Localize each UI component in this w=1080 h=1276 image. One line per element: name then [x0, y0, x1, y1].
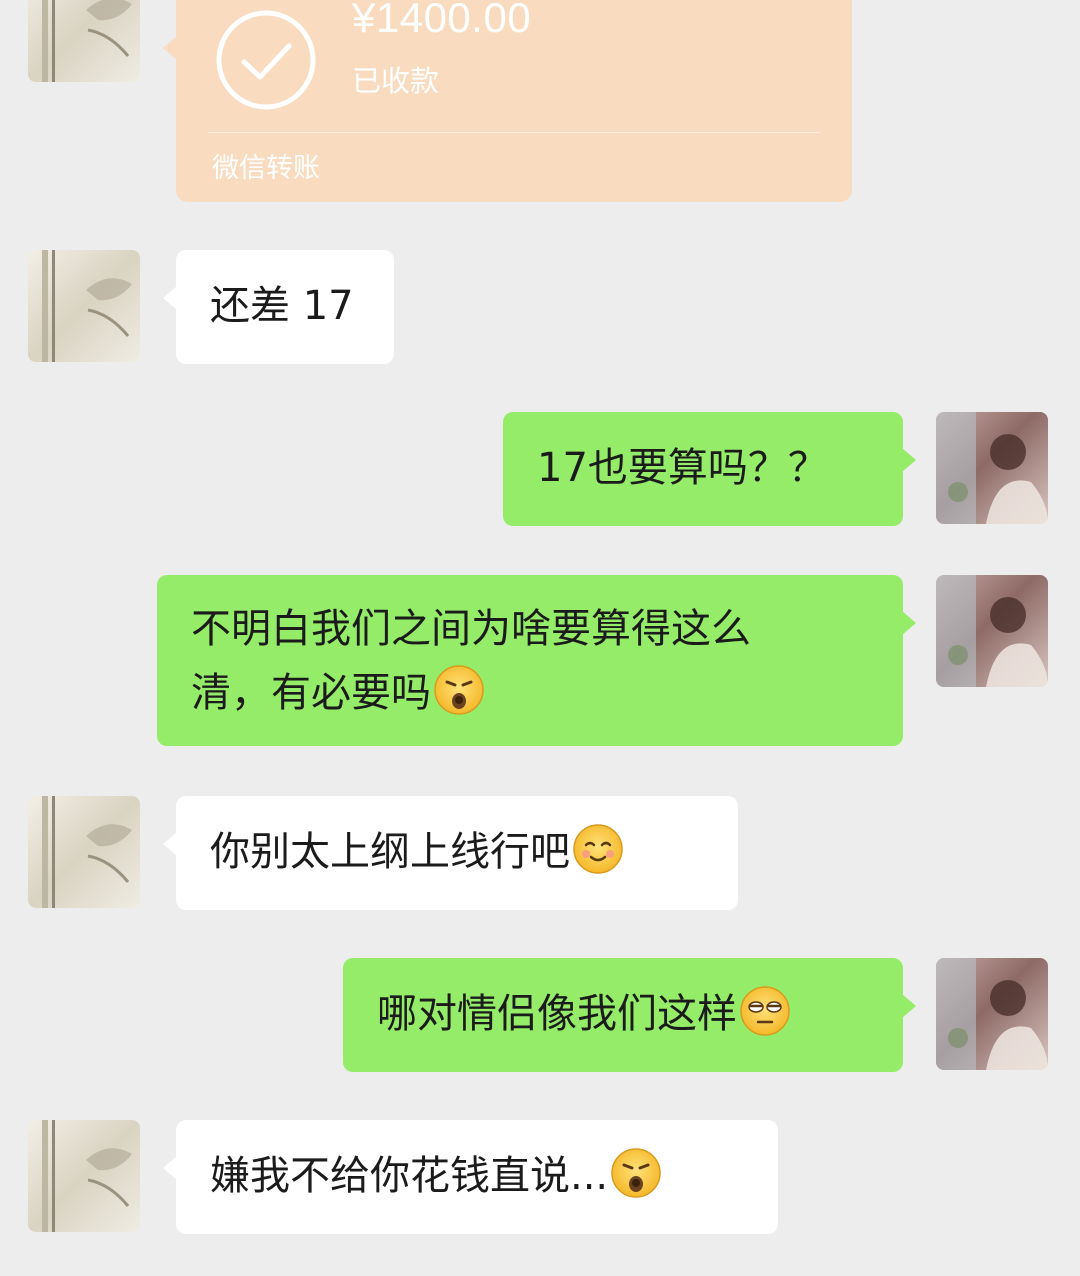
contact-avatar[interactable] [28, 796, 140, 908]
check-circle-icon [214, 8, 318, 112]
message-text: 哪对情侣像我们这样 [377, 991, 737, 1037]
bubble-tail [163, 1156, 177, 1180]
bubble-tail [902, 448, 916, 472]
divider [208, 132, 820, 133]
message-bubble-outgoing[interactable]: 不明白我们之间为啥要算得这么 清，有必要吗 [157, 575, 916, 746]
transfer-card[interactable]: ¥1400.00 已收款 微信转账 [163, 0, 852, 202]
pouting-face-icon [610, 1147, 662, 1199]
unamused-face-icon [739, 985, 791, 1037]
bubble-tail [902, 994, 916, 1018]
bubble-tail [163, 286, 177, 310]
transfer-status: 已收款 [352, 64, 440, 98]
user-avatar[interactable] [936, 412, 1048, 524]
contact-avatar[interactable] [28, 250, 140, 362]
message-bubble-outgoing[interactable]: 哪对情侣像我们这样 [343, 958, 916, 1072]
user-avatar[interactable] [936, 958, 1048, 1070]
smiling-face-icon [572, 823, 624, 875]
contact-avatar[interactable] [28, 0, 140, 82]
message-bubble-incoming[interactable]: 嫌我不给你花钱直说... [163, 1120, 778, 1234]
message-bubble-outgoing[interactable]: 17也要算吗？？ [503, 412, 916, 526]
user-avatar[interactable] [936, 575, 1048, 687]
message-bubble-incoming[interactable]: 你别太上纲上线行吧 [163, 796, 738, 910]
bubble-tail [163, 36, 177, 60]
message-bubble-incoming[interactable]: 还差 17 [163, 250, 394, 364]
message-text: 还差 17 [210, 283, 354, 329]
transfer-footer-label: 微信转账 [212, 153, 320, 184]
bubble-tail [163, 832, 177, 856]
pouting-face-icon [433, 664, 485, 716]
message-text: 嫌我不给你花钱直说... [210, 1153, 609, 1199]
message-text: 17也要算吗？？ [537, 445, 828, 491]
transfer-amount: ¥1400.00 [352, 0, 532, 41]
message-text: 你别太上纲上线行吧 [210, 829, 570, 875]
bubble-tail [902, 611, 916, 635]
contact-avatar[interactable] [28, 1120, 140, 1232]
